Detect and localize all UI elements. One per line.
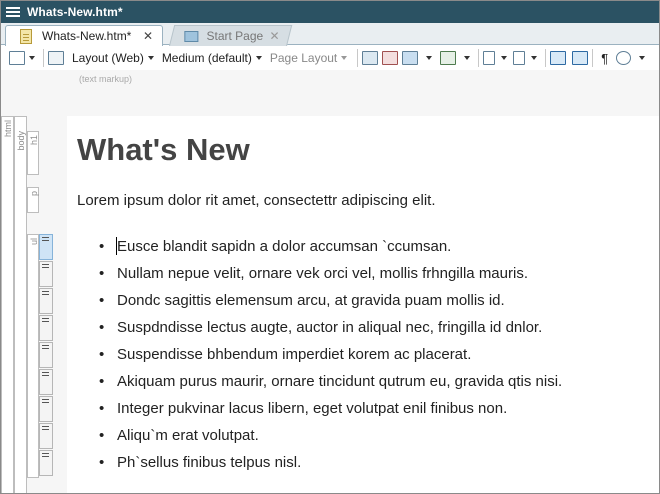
- list-item[interactable]: Ph`sellus finibus telpus nisl.: [99, 451, 562, 478]
- html-tag-label: html: [3, 120, 13, 138]
- document-editor[interactable]: What's New Lorem ipsum dolor rit amet, c…: [67, 116, 659, 493]
- chevron-down-icon: [341, 56, 348, 60]
- chevron-down-icon[interactable]: [531, 56, 538, 60]
- li-tag-box[interactable]: [39, 450, 53, 476]
- insert-table-icon[interactable]: [362, 51, 379, 65]
- html-tag-bar[interactable]: html: [1, 116, 14, 493]
- text-cursor: [116, 237, 117, 255]
- li-tag-box[interactable]: [39, 342, 53, 368]
- tab-label: Whats-New.htm*: [42, 29, 132, 43]
- page-layout-label: Page Layout: [269, 51, 338, 65]
- chevron-down-icon[interactable]: [639, 56, 646, 60]
- li-tag-box[interactable]: [39, 288, 53, 314]
- h1-tag-bar[interactable]: h1: [27, 131, 39, 175]
- bullet-list[interactable]: Eusce blandit sapidn a dolor accumsan `c…: [77, 235, 562, 478]
- image-icon[interactable]: [382, 51, 399, 65]
- chevron-down-icon[interactable]: [464, 56, 471, 60]
- pointer-icon: [48, 51, 64, 65]
- ul-tag-label: ul: [29, 238, 39, 246]
- markup-tools: [550, 48, 589, 68]
- tab-start-page[interactable]: Start Page ✕: [169, 25, 293, 46]
- medium-label: Medium (default): [161, 51, 252, 65]
- list-item[interactable]: Suspdndisse lectus augte, auctor in aliq…: [99, 316, 562, 343]
- picture-icon[interactable]: [402, 51, 419, 65]
- layout-dropdown[interactable]: Layout (Web): [72, 48, 158, 68]
- li-tag-box[interactable]: [39, 261, 53, 287]
- layout-label: Layout (Web): [72, 51, 144, 65]
- menu-icon[interactable]: [6, 6, 20, 18]
- ul-tag-bar[interactable]: ul: [27, 234, 39, 478]
- tab-label: Start Page: [206, 29, 264, 43]
- start-page-icon: [184, 30, 199, 42]
- info-icon[interactable]: [550, 51, 567, 65]
- formatting-marks: ¶: [597, 48, 649, 68]
- li-tag-box[interactable]: [39, 423, 53, 449]
- text-box-icon[interactable]: [483, 51, 496, 65]
- close-icon[interactable]: ✕: [269, 29, 279, 43]
- body-tag-bar[interactable]: body: [14, 116, 27, 493]
- structure-bar: html body h1 p ul: [1, 116, 67, 493]
- medium-dropdown[interactable]: Medium (default): [162, 48, 266, 68]
- separator: [43, 49, 44, 67]
- p-tag-label: p: [29, 191, 39, 197]
- list-item[interactable]: Eusce blandit sapidn a dolor accumsan `c…: [99, 235, 562, 262]
- separator: [357, 49, 359, 67]
- list-item[interactable]: Integer pukvinar lacus libern, eget volu…: [99, 397, 562, 424]
- separator: [478, 49, 480, 67]
- chevron-down-icon: [147, 56, 154, 60]
- text-tools: [483, 48, 541, 68]
- pointer-tool[interactable]: [48, 48, 64, 68]
- title-bar: Whats-New.htm*: [1, 1, 659, 23]
- font-icon[interactable]: [513, 51, 526, 65]
- list-item[interactable]: Aliqu`m erat volutpat.: [99, 424, 562, 451]
- separator: [545, 49, 547, 67]
- separator: [592, 49, 594, 67]
- li-tag-box[interactable]: [39, 234, 53, 260]
- body-tag-label: body: [16, 131, 26, 151]
- list-item[interactable]: Dondc sagittis elemensum arcu, at gravid…: [99, 289, 562, 316]
- view-dropdown[interactable]: [9, 48, 39, 68]
- page-title[interactable]: What's New: [77, 132, 250, 168]
- close-icon[interactable]: ✕: [143, 29, 153, 43]
- toolbar: Layout (Web) Medium (default) Page Layou…: [1, 46, 659, 70]
- markup-hint-bar: (text markup): [1, 70, 659, 116]
- h1-tag-label: h1: [29, 135, 39, 146]
- eye-icon[interactable]: [616, 51, 632, 65]
- code-icon[interactable]: [572, 51, 589, 65]
- text-markup-hint: (text markup): [79, 74, 133, 84]
- lead-paragraph[interactable]: Lorem ipsum dolor rit amet, consectettr …: [77, 192, 435, 209]
- app-window: Whats-New.htm* Whats-New.htm* ✕ Start Pa…: [0, 0, 660, 494]
- page-layout-dropdown[interactable]: Page Layout: [270, 48, 351, 68]
- p-tag-bar[interactable]: p: [27, 187, 39, 213]
- view-icon: [9, 51, 25, 65]
- delete-image-icon[interactable]: [440, 51, 457, 65]
- chevron-down-icon[interactable]: [501, 56, 508, 60]
- window-title: Whats-New.htm*: [27, 5, 123, 19]
- li-tag-box[interactable]: [39, 315, 53, 341]
- list-item[interactable]: Akiquam purus maurir, ornare tincidunt q…: [99, 370, 562, 397]
- insert-tools: [362, 48, 474, 68]
- chevron-down-icon: [29, 56, 35, 60]
- pilcrow-icon[interactable]: ¶: [601, 51, 608, 66]
- tab-whats-new[interactable]: Whats-New.htm* ✕: [5, 25, 163, 46]
- chevron-down-icon[interactable]: [426, 56, 433, 60]
- chevron-down-icon: [255, 56, 262, 60]
- list-item[interactable]: Suspendisse bhbendum imperdiet korem ac …: [99, 343, 562, 370]
- li-tag-box[interactable]: [39, 396, 53, 422]
- document-icon: [20, 28, 32, 44]
- li-tag-box[interactable]: [39, 369, 53, 395]
- tab-strip: Whats-New.htm* ✕ Start Page ✕: [1, 23, 659, 46]
- list-item[interactable]: Nullam nepue velit, ornare vek orci vel,…: [99, 262, 562, 289]
